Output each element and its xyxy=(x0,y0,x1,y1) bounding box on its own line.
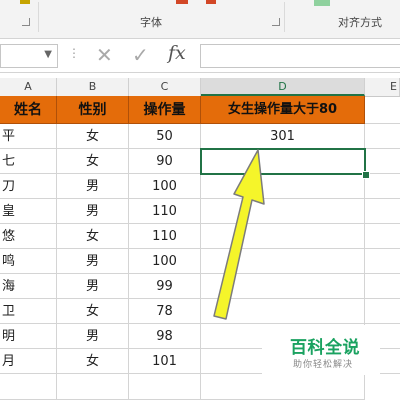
format-painter-icon[interactable] xyxy=(20,0,30,4)
empty-cell[interactable] xyxy=(365,174,400,199)
empty-cell[interactable] xyxy=(365,224,400,249)
formula-bar-grip-icon[interactable]: ⋮ xyxy=(68,46,80,60)
table-cell-result[interactable] xyxy=(201,199,365,224)
table-cell-name[interactable]: 月 xyxy=(0,349,57,374)
column-header-d[interactable]: D xyxy=(201,78,365,96)
header-cell-female-ops-over-80[interactable]: 女生操作量大于80 xyxy=(201,96,365,124)
formula-bar: ▼ ⋮ ✕ ✓ fx xyxy=(0,40,400,73)
font-dialog-launcher-icon[interactable] xyxy=(272,18,280,26)
table-cell-result[interactable] xyxy=(201,174,365,199)
empty-cell[interactable] xyxy=(365,199,400,224)
table-cell-gender[interactable]: 男 xyxy=(57,249,129,274)
table-cell-result[interactable] xyxy=(201,274,365,299)
table-cell-gender[interactable]: 女 xyxy=(57,224,129,249)
table-cell-ops[interactable]: 100 xyxy=(129,174,201,199)
clipboard-dialog-launcher-icon[interactable] xyxy=(22,18,30,26)
header-cell-name[interactable]: 姓名 xyxy=(0,96,57,124)
empty-cell[interactable] xyxy=(57,374,129,400)
empty-cell[interactable] xyxy=(365,299,400,324)
formula-input[interactable] xyxy=(200,44,400,68)
table-cell-name[interactable]: 悠 xyxy=(0,224,57,249)
watermark: 百科全说 助你轻松解决 xyxy=(262,325,380,375)
cancel-icon[interactable]: ✕ xyxy=(96,43,113,67)
table-cell-name[interactable]: 平 xyxy=(0,124,57,149)
header-cell-ops[interactable]: 操作量 xyxy=(129,96,201,124)
table-cell-ops[interactable]: 100 xyxy=(129,249,201,274)
empty-cell[interactable] xyxy=(365,149,400,174)
watermark-subtitle: 助你轻松解决 xyxy=(293,360,354,370)
watermark-title: 百科全说 xyxy=(290,338,360,358)
table-cell-ops[interactable]: 50 xyxy=(129,124,201,149)
table-cell-name[interactable]: 刀 xyxy=(0,174,57,199)
table-cell-gender[interactable]: 男 xyxy=(57,199,129,224)
table-cell-gender[interactable]: 女 xyxy=(57,299,129,324)
wrap-text-icon[interactable] xyxy=(314,0,330,6)
chevron-down-icon[interactable]: ▼ xyxy=(44,49,52,60)
empty-cell[interactable] xyxy=(365,274,400,299)
insert-function-button[interactable]: fx xyxy=(168,42,186,64)
enter-icon[interactable]: ✓ xyxy=(132,43,149,67)
column-headers: A B C D E xyxy=(0,78,400,97)
ribbon-separator xyxy=(284,2,285,32)
column-header-b[interactable]: B xyxy=(57,78,129,96)
table-cell-gender[interactable]: 女 xyxy=(57,149,129,174)
empty-cell[interactable] xyxy=(365,124,400,149)
fill-color-icon[interactable] xyxy=(206,0,216,4)
empty-cell[interactable] xyxy=(0,374,57,400)
table-cell-gender[interactable]: 男 xyxy=(57,174,129,199)
table-cell-ops[interactable]: 98 xyxy=(129,324,201,349)
empty-cell[interactable] xyxy=(129,374,201,400)
table-cell-ops[interactable]: 90 xyxy=(129,149,201,174)
table-cell-ops[interactable]: 101 xyxy=(129,349,201,374)
table-cell-gender[interactable]: 男 xyxy=(57,274,129,299)
ribbon-separator xyxy=(38,2,39,32)
table-cell-result[interactable] xyxy=(201,224,365,249)
table-cell-gender[interactable]: 女 xyxy=(57,124,129,149)
alignment-group-label: 对齐方式 xyxy=(338,16,382,29)
name-box[interactable]: ▼ xyxy=(0,44,58,68)
column-header-e[interactable]: E xyxy=(365,78,400,96)
table-cell-name[interactable]: 七 xyxy=(0,149,57,174)
table-cell-gender[interactable]: 女 xyxy=(57,349,129,374)
table-cell-ops[interactable]: 110 xyxy=(129,199,201,224)
table-cell-ops[interactable]: 110 xyxy=(129,224,201,249)
ribbon: 字体 对齐方式 xyxy=(0,0,400,39)
font-color-icon[interactable] xyxy=(176,0,188,4)
table-cell-name[interactable]: 皇 xyxy=(0,199,57,224)
table-cell-name[interactable]: 鸣 xyxy=(0,249,57,274)
fill-handle[interactable] xyxy=(362,171,370,179)
empty-cell[interactable] xyxy=(365,96,400,124)
table-cell-name[interactable]: 明 xyxy=(0,324,57,349)
header-cell-gender[interactable]: 性别 xyxy=(57,96,129,124)
table-cell-ops[interactable]: 78 xyxy=(129,299,201,324)
table-cell-result[interactable] xyxy=(201,299,365,324)
selected-cell-border xyxy=(200,148,366,175)
table-cell-gender[interactable]: 男 xyxy=(57,324,129,349)
column-header-c[interactable]: C xyxy=(129,78,201,96)
table-cell-result[interactable] xyxy=(201,249,365,274)
table-cell-result[interactable]: 301 xyxy=(201,124,365,149)
column-header-a[interactable]: A xyxy=(0,78,57,96)
table-cell-name[interactable]: 海 xyxy=(0,274,57,299)
table-cell-name[interactable]: 卫 xyxy=(0,299,57,324)
font-group-label: 字体 xyxy=(140,16,162,29)
empty-cell[interactable] xyxy=(365,249,400,274)
empty-cell[interactable] xyxy=(201,374,365,400)
table-cell-ops[interactable]: 99 xyxy=(129,274,201,299)
